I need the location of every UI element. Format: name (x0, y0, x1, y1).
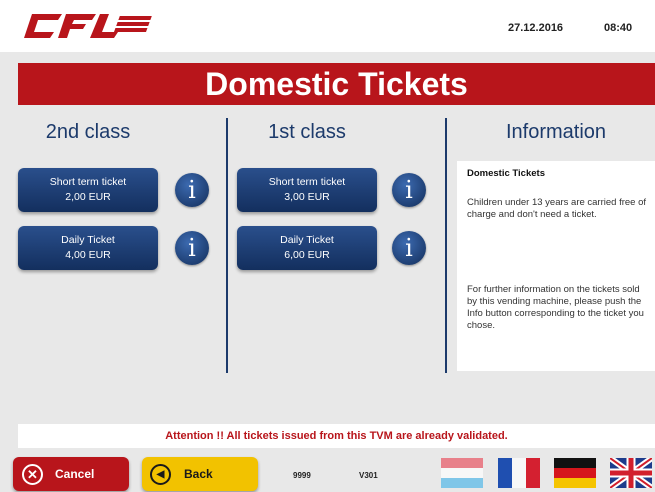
luxembourg-flag-icon[interactable] (441, 458, 483, 488)
ticket-price: 2,00 EUR (65, 191, 111, 203)
column-divider (226, 118, 228, 373)
top-bar: 27.12.2016 08:40 (0, 0, 655, 52)
ticket-price: 3,00 EUR (284, 191, 330, 203)
info-panel-title: Domestic Tickets (467, 168, 545, 179)
info-paragraph: For further information on the tickets s… (467, 284, 644, 331)
ticket-name: Daily Ticket (280, 234, 334, 246)
machine-code: 9999 (293, 471, 311, 480)
second-class-short-term-button[interactable]: Short term ticket 2,00 EUR (18, 168, 158, 212)
back-label: Back (184, 467, 213, 481)
first-class-daily-button[interactable]: Daily Ticket 6,00 EUR (237, 226, 377, 270)
france-flag-icon[interactable] (498, 458, 540, 488)
information-heading: Information (505, 121, 607, 143)
info-paragraph: Children under 13 years are carried free… (467, 197, 647, 220)
first-class-short-term-button[interactable]: Short term ticket 3,00 EUR (237, 168, 377, 212)
info-icon[interactable]: i (175, 231, 209, 265)
ticket-name: Short term ticket (49, 176, 127, 188)
uk-flag-icon[interactable] (610, 458, 652, 488)
germany-flag-icon[interactable] (554, 458, 596, 488)
info-icon[interactable]: i (392, 173, 426, 207)
ticket-price: 4,00 EUR (65, 249, 111, 261)
cancel-button[interactable]: ✕ Cancel (13, 457, 129, 491)
cancel-label: Cancel (55, 467, 95, 481)
ticket-name: Daily Ticket (61, 234, 115, 246)
info-icon[interactable]: i (175, 173, 209, 207)
version-code: V301 (359, 471, 378, 480)
ticket-name: Short term ticket (268, 176, 346, 188)
date-display: 27.12.2016 (508, 22, 564, 34)
page-title: Domestic Tickets (18, 63, 655, 105)
time-display: 08:40 (604, 22, 633, 34)
info-icon[interactable]: i (392, 231, 426, 265)
column-divider (445, 118, 447, 373)
arrow-left-icon: ◀ (150, 464, 171, 485)
first-class-heading: 1st class (268, 121, 346, 143)
attention-banner: Attention !! All tickets issued from thi… (18, 424, 655, 448)
second-class-heading: 2nd class (45, 121, 131, 143)
cfl-logo (18, 10, 158, 42)
second-class-daily-button[interactable]: Daily Ticket 4,00 EUR (18, 226, 158, 270)
close-icon: ✕ (22, 464, 43, 485)
ticket-price: 6,00 EUR (284, 249, 330, 261)
information-panel: Domestic Tickets Children under 13 years… (457, 161, 655, 371)
back-button[interactable]: ◀ Back (142, 457, 258, 491)
